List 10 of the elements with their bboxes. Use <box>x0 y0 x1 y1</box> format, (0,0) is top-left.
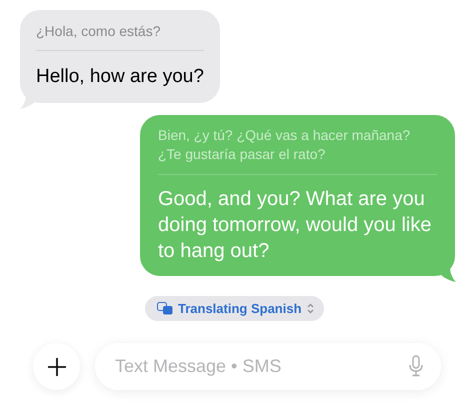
translated-text: Hello, how are you? <box>36 65 204 89</box>
add-button[interactable] <box>33 343 80 390</box>
translate-icon <box>157 302 173 315</box>
message-input-field[interactable]: Text Message • SMS <box>95 343 441 390</box>
chevron-up-down-icon <box>306 303 314 314</box>
translated-text: Good, and you? What are you doing tomorrow, would you like to hang out? <box>158 187 432 264</box>
plus-icon <box>46 356 66 376</box>
translation-language-button[interactable]: Translating Spanish <box>145 296 324 321</box>
original-text: Bien, ¿y tú? ¿Qué vas a hacer mañana? ¿Te gustaría pasar el rato? <box>158 126 437 175</box>
original-text: ¿Hola, como estás? <box>36 22 204 51</box>
